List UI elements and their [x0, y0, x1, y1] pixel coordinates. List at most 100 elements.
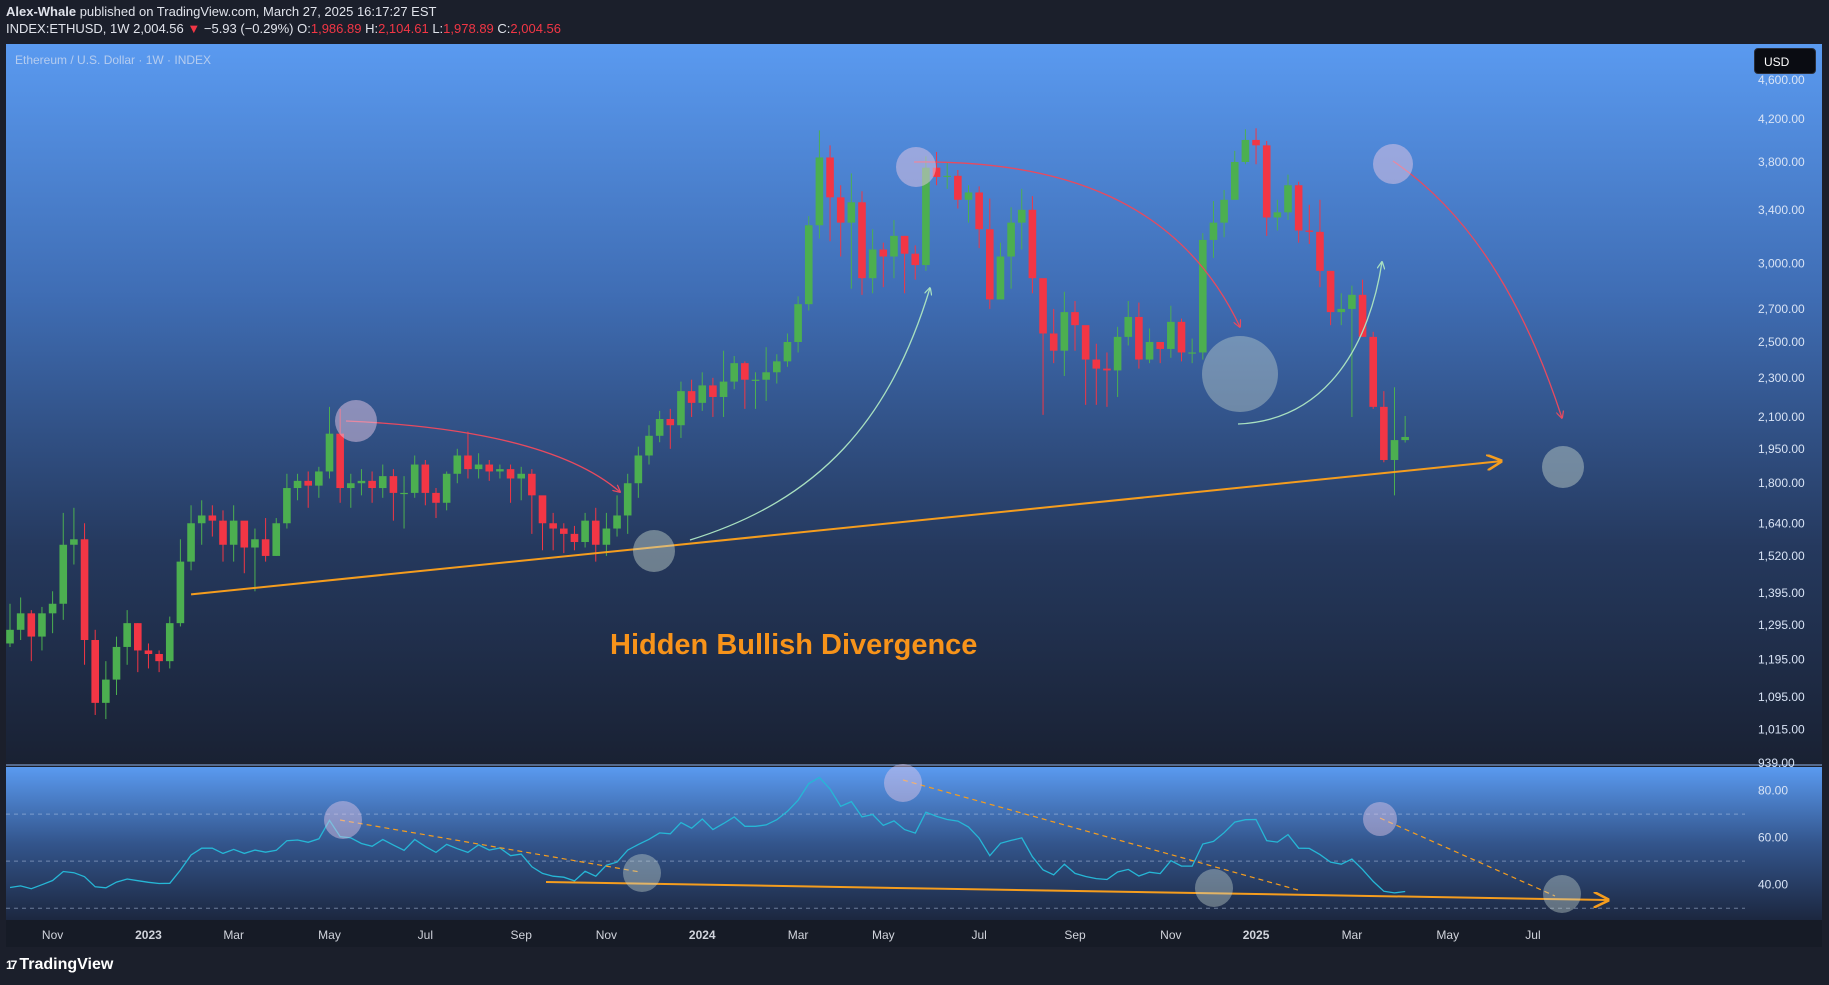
rsi-trough-marker[interactable] [1195, 869, 1233, 907]
chart-canvas[interactable]: Ethereum / U.S. Dollar · 1W · INDEX 939.… [0, 0, 1829, 985]
candle-body [804, 225, 813, 305]
candle-body [1199, 239, 1207, 353]
trough-marker[interactable] [1542, 446, 1584, 488]
candle-body [347, 483, 355, 489]
candle-body [975, 192, 983, 230]
candle-body [261, 539, 270, 556]
candle-body [251, 539, 259, 548]
candle-body [1177, 321, 1186, 353]
candle-body [229, 520, 238, 545]
candle-body [1039, 278, 1047, 334]
rsi-trough-marker[interactable] [623, 854, 661, 892]
time-tick-label: 2024 [689, 928, 716, 942]
candle-body [1262, 145, 1271, 218]
candle-body [1017, 209, 1026, 223]
time-tick-label: May [1436, 928, 1459, 942]
candle-body [27, 613, 36, 637]
price-tick-label: 1,800.00 [1758, 476, 1805, 490]
rsi-tick-label: 40.00 [1758, 878, 1788, 892]
candle-body [1007, 222, 1015, 257]
candle-body [1188, 352, 1196, 354]
candle-body [549, 523, 557, 529]
candle-body [634, 455, 643, 484]
price-tick-label: 1,015.00 [1758, 723, 1805, 737]
peak-marker[interactable] [335, 400, 377, 442]
candle-body [655, 419, 664, 436]
candle-body [176, 561, 185, 624]
candle-body [964, 192, 973, 200]
candle-body [623, 483, 632, 516]
candle-body [602, 528, 611, 545]
candle-body [6, 629, 14, 644]
candle-body [954, 175, 962, 200]
candle-body [528, 473, 536, 496]
rsi-peak-marker[interactable] [324, 801, 362, 839]
candle-body [868, 249, 877, 279]
currency-button[interactable]: USD [1754, 48, 1816, 74]
candle-body [847, 202, 856, 223]
candle-body [677, 391, 685, 426]
candle-body [1348, 294, 1356, 309]
candle-body [336, 433, 344, 489]
candle-body [1081, 325, 1090, 360]
price-tick-label: 4,200.00 [1758, 112, 1805, 126]
tradingview-logo-icon: 17 [6, 958, 17, 972]
candle-body [219, 520, 227, 545]
time-axis-bg [6, 920, 1822, 947]
candle-body [1167, 321, 1175, 349]
candle-body [1220, 199, 1228, 223]
candle-body [1316, 231, 1324, 271]
candle-body [400, 492, 408, 495]
rsi-trough-marker[interactable] [1543, 875, 1581, 913]
candle-body [1049, 333, 1058, 351]
candle-body [421, 464, 430, 493]
candle-body [1103, 368, 1111, 371]
candle-body [464, 455, 472, 470]
price-tick-label: 1,295.00 [1758, 618, 1805, 632]
candle-body [730, 363, 738, 382]
candle-body [432, 492, 440, 503]
candle-body [1113, 336, 1122, 371]
peak-marker[interactable] [896, 147, 936, 187]
candle-body [709, 385, 717, 397]
time-tick-label: Mar [223, 928, 244, 942]
candle-body [123, 623, 131, 647]
time-tick-label: Mar [788, 928, 809, 942]
price-tick-label: 1,520.00 [1758, 549, 1805, 563]
rsi-tick-label: 60.00 [1758, 831, 1788, 845]
candle-body [1230, 161, 1239, 200]
candle-body [102, 679, 110, 703]
candle-body [16, 613, 25, 630]
candle-body [1390, 440, 1399, 460]
candle-body [666, 419, 675, 426]
price-tick-label: 2,500.00 [1758, 335, 1805, 349]
time-tick-label: 2023 [135, 928, 162, 942]
rsi-peak-marker[interactable] [884, 764, 922, 802]
candle-body [1135, 316, 1143, 360]
candle-body [378, 476, 387, 489]
rsi-peak-marker[interactable] [1363, 802, 1397, 836]
candle-body [1209, 222, 1218, 240]
trough-marker[interactable] [633, 530, 675, 572]
candle-body [1060, 312, 1069, 351]
candle-body [783, 342, 792, 362]
candle-body [687, 391, 696, 403]
candle-body [879, 249, 888, 257]
peak-marker[interactable] [1373, 144, 1413, 184]
candle-body [325, 433, 334, 472]
time-tick-label: May [872, 928, 895, 942]
candle-body [1369, 336, 1377, 407]
candle-body [304, 480, 312, 486]
trough-marker[interactable] [1202, 336, 1278, 412]
price-tick-label: 2,700.00 [1758, 302, 1805, 316]
candle-body [538, 495, 547, 524]
candle-body [1326, 270, 1335, 313]
candle-body [1252, 139, 1260, 146]
time-tick-label: Jul [971, 928, 986, 942]
divergence-label: Hidden Bullish Divergence [610, 629, 977, 661]
candle-body [719, 381, 728, 397]
candle-body [751, 379, 760, 381]
candle-body [911, 253, 920, 266]
candle-body [613, 515, 621, 529]
tradingview-logo[interactable]: 17 TradingView [6, 956, 113, 974]
